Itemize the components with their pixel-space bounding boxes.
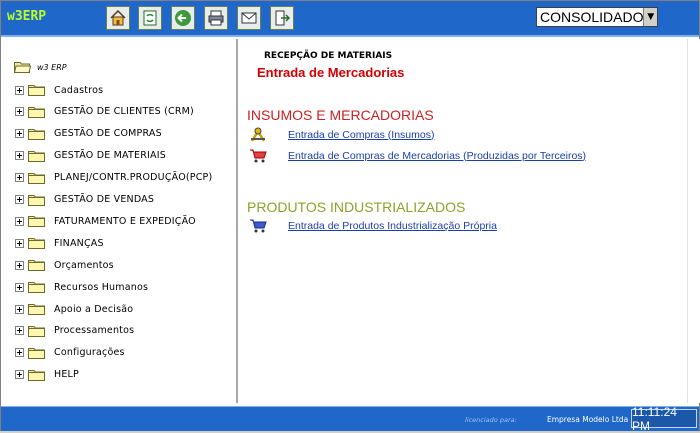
- tree-item[interactable]: PLANEJ/CONTR.PRODUÇÃO(PCP): [15, 170, 212, 186]
- tree-item-label: Configurações: [54, 347, 125, 359]
- link-entrada-produtos-industrializacao[interactable]: Entrada de Produtos Industrialização Pró…: [288, 220, 497, 232]
- link-entrada-compras-insumos[interactable]: Entrada de Compras (Insumos): [288, 129, 434, 141]
- folder-icon: [28, 325, 45, 337]
- tree-item[interactable]: HELP: [15, 367, 79, 383]
- company-select-value: CONSOLIDADO: [540, 9, 644, 25]
- folder-icon: [28, 304, 45, 315]
- tree-item-label: FINANÇAS: [54, 237, 104, 249]
- tree-item[interactable]: Recursos Humanos: [15, 279, 148, 295]
- print-button[interactable]: [204, 6, 228, 30]
- tree-item-label: GESTÃO DE VENDAS: [54, 194, 155, 205]
- refresh-icon: [143, 10, 157, 26]
- tree-item[interactable]: Configurações: [15, 345, 125, 361]
- tree-root[interactable]: w3 ERP: [14, 61, 67, 73]
- expand-icon[interactable]: [15, 129, 24, 139]
- back-arrow-icon: [175, 10, 191, 26]
- tree-root-label: w3 ERP: [37, 62, 67, 72]
- folder-open-icon: [14, 62, 31, 73]
- top-toolbar: w3ERP CONSOLIDADO ▼: [1, 1, 699, 37]
- folder-icon: [28, 347, 45, 359]
- section-heading-insumos: INSUMOS E MERCADORIAS: [247, 107, 434, 123]
- home-button[interactable]: [106, 6, 130, 30]
- tree-item[interactable]: GESTÃO DE COMPRAS: [15, 126, 162, 142]
- back-button[interactable]: [171, 6, 195, 30]
- tree-item-label: Orçamentos: [54, 259, 114, 271]
- page-title: Entrada de Mercadorias: [257, 65, 405, 80]
- tree-item[interactable]: FINANÇAS: [15, 235, 104, 251]
- folder-icon: [28, 216, 45, 228]
- licensed-label: licenciado para:: [465, 416, 517, 424]
- navigation-tree: w3 ERP Cadastros GESTÃO DE CLIENTES (CRM)…: [1, 39, 236, 403]
- folder-icon: [28, 172, 45, 184]
- tree-item-label: Cadastros: [54, 84, 104, 96]
- expand-icon[interactable]: [15, 282, 24, 292]
- link-row[interactable]: Entrada de Compras de Mercadorias (Produ…: [249, 148, 586, 163]
- tree-item-label: Processamentos: [54, 325, 135, 337]
- folder-icon: [28, 150, 45, 162]
- app-logo: w3ERP: [7, 9, 47, 24]
- tree-item[interactable]: GESTÃO DE VENDAS: [15, 192, 154, 208]
- company-select[interactable]: CONSOLIDADO ▼: [536, 7, 658, 27]
- tree-item[interactable]: Processamentos: [15, 323, 134, 339]
- cart-icon: [250, 149, 267, 163]
- folder-icon: [28, 282, 45, 294]
- section-heading-produtos: PRODUTOS INDUSTRIALIZADOS: [247, 199, 466, 215]
- link-row[interactable]: Entrada de Compras (Insumos): [249, 127, 434, 142]
- content-panel: RECEPÇÃO DE MATERIAIS Entrada de Mercado…: [238, 39, 687, 403]
- home-icon: [110, 9, 126, 26]
- expand-icon[interactable]: [15, 216, 24, 226]
- refresh-button[interactable]: [138, 6, 162, 30]
- tree-item-label: HELP: [54, 369, 79, 381]
- exit-button[interactable]: [270, 6, 294, 30]
- expand-icon[interactable]: [15, 348, 24, 358]
- folder-icon: [28, 85, 45, 96]
- expand-icon[interactable]: [15, 195, 24, 204]
- link-row[interactable]: Entrada de Produtos Industrialização Pró…: [249, 218, 497, 233]
- folder-icon: [28, 106, 45, 118]
- folder-icon: [28, 194, 45, 206]
- status-bar: licenciado para: Empresa Modelo Ltda 11:…: [1, 405, 699, 433]
- expand-icon[interactable]: [15, 151, 24, 161]
- cart-icon: [250, 219, 267, 233]
- tree-item-label: PLANEJ/CONTR.PRODUÇÃO(PCP): [54, 172, 213, 184]
- folder-icon: [28, 238, 45, 250]
- mail-icon: [241, 12, 257, 24]
- app-window: w3ERP CONSOLIDADO ▼ w3 ERP Cadastros GES…: [0, 0, 700, 433]
- company-name: Empresa Modelo Ltda: [547, 415, 629, 424]
- expand-icon[interactable]: [15, 238, 24, 248]
- expand-icon[interactable]: [15, 85, 24, 95]
- expand-icon[interactable]: [15, 304, 24, 314]
- tree-item-label: Apoio a Decisão: [54, 303, 134, 315]
- tree-item-label: GESTÃO DE CLIENTES (CRM): [54, 106, 194, 118]
- expand-icon[interactable]: [15, 326, 24, 336]
- tree-item[interactable]: GESTÃO DE CLIENTES (CRM): [15, 104, 194, 120]
- tree-item-label: Recursos Humanos: [54, 281, 149, 293]
- tree-item[interactable]: Cadastros: [15, 82, 103, 98]
- mail-button[interactable]: [237, 6, 261, 30]
- link-entrada-compras-mercadorias[interactable]: Entrada de Compras de Mercadorias (Produ…: [288, 150, 586, 162]
- tree-item[interactable]: GESTÃO DE MATERIAIS: [15, 148, 166, 164]
- tree-item[interactable]: FATURAMENTO E EXPEDIÇÃO: [15, 213, 196, 229]
- tree-item-label: GESTÃO DE COMPRAS: [54, 128, 162, 140]
- tree-item[interactable]: Orçamentos: [15, 257, 114, 273]
- folder-icon: [28, 369, 45, 381]
- folder-icon: [28, 260, 45, 272]
- chevron-down-icon[interactable]: ▼: [643, 8, 657, 26]
- tree-item[interactable]: Apoio a Decisão: [15, 301, 133, 317]
- tools-icon: [250, 127, 266, 142]
- expand-icon[interactable]: [15, 107, 24, 117]
- print-icon: [208, 10, 224, 26]
- folder-icon: [28, 128, 45, 140]
- exit-icon: [275, 10, 291, 26]
- expand-icon[interactable]: [15, 370, 24, 380]
- tree-item-label: FATURAMENTO E EXPEDIÇÃO: [54, 215, 196, 227]
- expand-icon[interactable]: [15, 260, 24, 270]
- clock: 11:11:24 PM: [631, 405, 697, 433]
- vertical-scrollbar[interactable]: [687, 39, 700, 403]
- tree-item-label: GESTÃO DE MATERIAIS: [54, 150, 166, 162]
- page-subtitle: RECEPÇÃO DE MATERIAIS: [264, 51, 393, 61]
- expand-icon[interactable]: [15, 173, 24, 183]
